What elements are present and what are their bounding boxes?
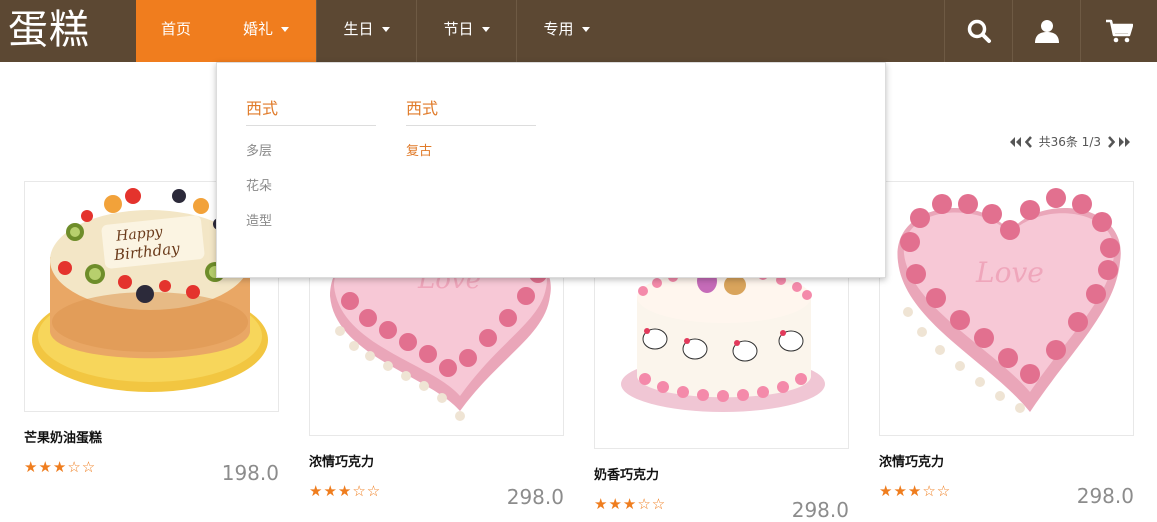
rating-stars: ★★★☆☆	[594, 495, 667, 513]
chevron-down-icon	[281, 27, 289, 32]
chevron-down-icon	[481, 27, 490, 32]
nav-item-wedding[interactable]: 婚礼	[216, 0, 316, 62]
svg-text:Love: Love	[975, 256, 1044, 289]
pagination: 共36条 1/3	[1008, 133, 1132, 151]
chevron-down-icon	[581, 27, 590, 32]
last-page-icon[interactable]	[1118, 136, 1132, 148]
dropdown-column-heading: 西式	[406, 95, 536, 126]
cart-button[interactable]	[1080, 0, 1157, 62]
nav-item-birthday[interactable]: 生日	[316, 0, 416, 62]
dropdown-item[interactable]: 复古	[406, 140, 432, 159]
product-name[interactable]: 浓情巧克力	[309, 451, 374, 470]
nav-label-festival: 节日	[443, 20, 474, 38]
search-icon	[967, 19, 991, 43]
cake-image-heart: Love	[897, 188, 1121, 413]
nav-label-special: 专用	[543, 20, 574, 38]
product-card[interactable]: Love 浓情巧克力 ★★★☆☆ 298.0	[879, 181, 1134, 508]
site-logo[interactable]: 蛋糕	[8, 2, 90, 58]
user-icon	[1034, 20, 1059, 43]
top-navbar: 蛋糕 首页 婚礼 生日 节日 专用	[0, 0, 1157, 62]
product-price: 298.0	[1076, 484, 1134, 508]
wedding-dropdown-menu: 西式 多层 花朵 造型 西式 复古	[216, 62, 886, 278]
account-button[interactable]	[1012, 0, 1080, 62]
product-price: 298.0	[506, 485, 564, 509]
product-price: 298.0	[791, 498, 849, 522]
nav-item-home[interactable]: 首页	[136, 0, 216, 62]
page-info: 共36条 1/3	[1038, 135, 1101, 149]
search-button[interactable]	[944, 0, 1012, 62]
dropdown-item[interactable]: 多层	[246, 140, 272, 159]
next-page-icon[interactable]	[1107, 136, 1115, 148]
product-name[interactable]: 芒果奶油蛋糕	[24, 427, 102, 446]
chevron-down-icon	[381, 27, 390, 32]
dropdown-column-heading: 西式	[246, 95, 376, 126]
first-page-icon[interactable]	[1008, 136, 1022, 148]
rating-stars: ★★★☆☆	[24, 458, 97, 476]
dropdown-item[interactable]: 花朵	[246, 175, 272, 194]
nav-label-wedding: 婚礼	[242, 20, 273, 38]
nav-label-birthday: 生日	[343, 20, 374, 38]
rating-stars: ★★★☆☆	[879, 482, 952, 500]
nav-item-festival[interactable]: 节日	[416, 0, 516, 62]
product-name[interactable]: 奶香巧克力	[594, 464, 659, 483]
dropdown-item[interactable]: 造型	[246, 210, 272, 229]
nav-label-home: 首页	[160, 20, 191, 38]
rating-stars: ★★★☆☆	[309, 482, 382, 500]
prev-page-icon[interactable]	[1024, 136, 1033, 148]
product-name[interactable]: 浓情巧克力	[879, 451, 944, 470]
product-image[interactable]: Love	[879, 181, 1134, 436]
cart-icon	[1106, 19, 1133, 43]
product-price: 198.0	[221, 461, 279, 485]
nav-item-special[interactable]: 专用	[516, 0, 616, 62]
